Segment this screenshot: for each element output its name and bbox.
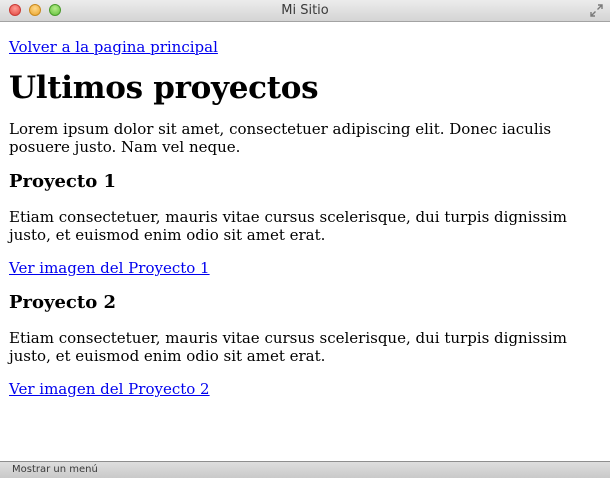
intro-paragraph: Lorem ipsum dolor sit amet, consectetuer…: [9, 120, 552, 156]
window-title: Mi Sitio: [281, 3, 329, 18]
page-heading: Ultimos proyectos: [9, 70, 319, 106]
status-text: Mostrar un menú: [12, 464, 98, 475]
browser-window: Mi Sitio Volver a la pagina principal Ul…: [0, 0, 610, 478]
project-title: Proyecto 1: [9, 171, 117, 192]
fullscreen-arrows-icon[interactable]: [590, 4, 603, 17]
project-section-1: Proyecto 1 Etiam consectetuer, mauris vi…: [9, 171, 601, 277]
project-image-link[interactable]: Ver imagen del Proyecto 2: [9, 380, 601, 398]
project-description: Etiam consectetuer, mauris vitae cursus …: [9, 208, 567, 244]
title-bar[interactable]: Mi Sitio: [0, 0, 610, 22]
back-to-home-link[interactable]: Volver a la pagina principal: [9, 38, 601, 56]
project-image-link[interactable]: Ver imagen del Proyecto 1: [9, 259, 601, 277]
project-section-2: Proyecto 2 Etiam consectetuer, mauris vi…: [9, 292, 601, 398]
project-title: Proyecto 2: [9, 292, 117, 313]
project-description: Etiam consectetuer, mauris vitae cursus …: [9, 329, 567, 365]
page-content: Volver a la pagina principal Ultimos pro…: [0, 23, 610, 461]
status-bar: Mostrar un menú: [0, 461, 610, 478]
